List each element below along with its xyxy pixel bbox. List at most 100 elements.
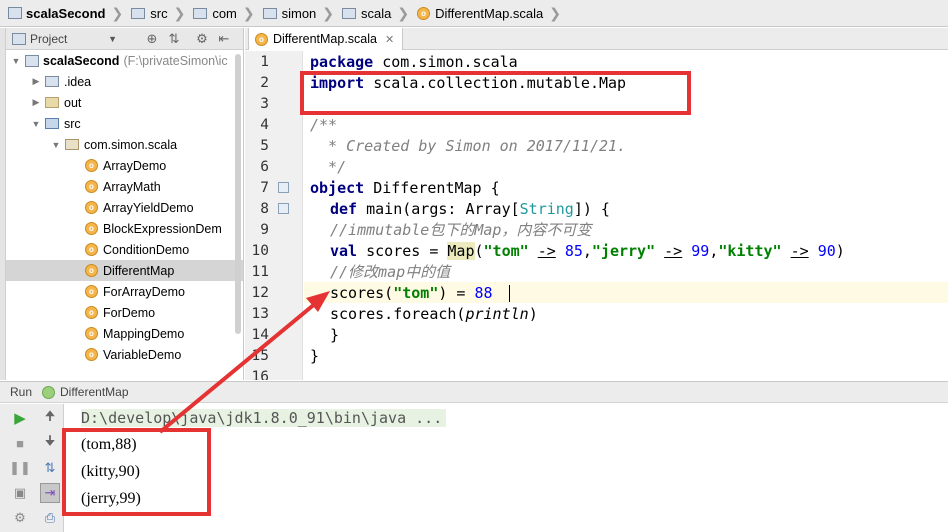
line-number: 2: [260, 75, 269, 91]
code-line-6: */: [310, 158, 347, 176]
breadcrumb-item-scala[interactable]: scala ❯: [338, 0, 413, 27]
folder-icon: [193, 7, 208, 19]
tree-item-src[interactable]: ▼ src: [6, 113, 243, 134]
tab-label: DifferentMap.scala: [273, 32, 377, 46]
up-arrow-icon[interactable]: 🠉: [40, 408, 60, 428]
code-line-15: }: [310, 347, 320, 365]
chevron-right-icon: ❯: [242, 4, 255, 21]
breadcrumb-item-src[interactable]: src ❯: [127, 0, 189, 27]
wrap-icon[interactable]: ⇅: [40, 458, 60, 478]
run-title[interactable]: Run: [10, 385, 32, 399]
close-icon[interactable]: ✕: [385, 33, 394, 46]
tree-item-path: (F:\privateSimon\ic: [123, 53, 228, 68]
tree-item-label: ForDemo: [103, 305, 156, 320]
tree-item-com-simon-scala[interactable]: ▼ com.simon.scala: [6, 134, 243, 155]
scala-object-icon: o: [255, 32, 268, 46]
stop-icon[interactable]: ■: [10, 433, 30, 453]
expand-arrow-icon[interactable]: ▼: [50, 140, 62, 150]
folder-orange-icon: [45, 97, 64, 108]
console-command: D:\develop\java\jdk1.8.0_91\bin\java ...: [81, 407, 447, 429]
line-number: 12: [251, 285, 269, 301]
tree-item-idea[interactable]: ▶ .idea: [6, 71, 243, 92]
code-line-12: scores("tom") = 88: [330, 284, 493, 302]
tree-item-scalasecond[interactable]: ▼ scalaSecond (F:\privateSimon\ic: [6, 50, 243, 71]
tree-item-fordemo[interactable]: o ForDemo: [6, 302, 243, 323]
breadcrumb: scalaSecond ❯ src ❯ com ❯ simon ❯ scala …: [0, 0, 948, 27]
scala-object-icon: o: [85, 348, 103, 361]
tree-item-label: ForArrayDemo: [103, 284, 185, 299]
camera-icon[interactable]: ▣: [10, 483, 30, 503]
pause-icon[interactable]: ❚❚: [9, 458, 31, 478]
annotation-box-output: [62, 428, 211, 516]
tree-item-conditiondemo[interactable]: o ConditionDemo: [6, 239, 243, 260]
scala-object-icon: o: [85, 285, 103, 298]
down-arrow-icon[interactable]: 🠋: [40, 433, 60, 453]
breadcrumb-item-simon[interactable]: simon ❯: [259, 0, 338, 27]
chevron-right-icon: ❯: [322, 4, 335, 21]
code-line-13: scores.foreach(println): [330, 305, 538, 323]
tree-item-blockexpressiondem[interactable]: o BlockExpressionDem: [6, 218, 243, 239]
code-line-10: val scores = Map("tom" -> 85,"jerry" -> …: [330, 242, 845, 260]
fold-marker-icon[interactable]: [278, 203, 289, 214]
tree-item-arraymath[interactable]: o ArrayMath: [6, 176, 243, 197]
collapse-arrow-icon[interactable]: ▶: [30, 97, 42, 108]
line-number: 3: [260, 96, 269, 112]
line-number: 7: [260, 180, 269, 196]
tree-item-mappingdemo[interactable]: o MappingDemo: [6, 323, 243, 344]
line-number: 8: [260, 201, 269, 217]
breadcrumb-label: simon: [281, 5, 317, 21]
breadcrumb-item-file[interactable]: o DifferentMap.scala ❯: [413, 0, 565, 27]
tree-item-arrayyielddemo[interactable]: o ArrayYieldDemo: [6, 197, 243, 218]
code-line-1: package com.simon.scala: [310, 53, 518, 71]
tree-item-variabledemo[interactable]: o VariableDemo: [6, 344, 243, 365]
code-line-4: /**: [310, 116, 338, 134]
scala-object-icon: o: [85, 243, 103, 256]
scala-object-icon: o: [85, 222, 103, 235]
scala-object-icon: o: [85, 180, 103, 193]
chevron-down-icon: ▼: [108, 33, 117, 44]
tree-item-arraydemo[interactable]: o ArrayDemo: [6, 155, 243, 176]
folder-icon: [45, 76, 64, 87]
tree-item-label: ConditionDemo: [103, 242, 190, 257]
folder-blue-icon: [45, 118, 64, 129]
project-scrollbar[interactable]: [234, 52, 242, 352]
scala-object-icon: o: [85, 264, 103, 277]
line-number: 4: [260, 117, 269, 133]
collapse-arrow-icon[interactable]: ▶: [30, 76, 42, 87]
project-icon: [25, 54, 43, 67]
fold-marker-icon[interactable]: [278, 182, 289, 193]
breadcrumb-label: com: [212, 5, 237, 21]
breadcrumb-item-com[interactable]: com ❯: [189, 0, 258, 27]
expand-arrow-icon[interactable]: ▼: [10, 56, 22, 66]
project-icon: [8, 7, 22, 19]
tab-differentmap[interactable]: o DifferentMap.scala ✕: [248, 28, 404, 50]
breadcrumb-label: src: [150, 5, 168, 21]
line-number: 6: [260, 159, 269, 175]
tree-item-label: ArrayYieldDemo: [103, 200, 194, 215]
scala-object-icon: o: [85, 327, 103, 340]
hide-icon[interactable]: ⇤: [213, 31, 235, 47]
code-line-8: def main(args: Array[String]) {: [330, 200, 610, 218]
settings-icon[interactable]: ⚙: [10, 508, 30, 528]
breadcrumb-item-project[interactable]: scalaSecond ❯: [4, 0, 127, 27]
scroll-to-end-icon[interactable]: ⇥: [40, 483, 60, 503]
folder-icon: [131, 7, 146, 19]
code-line-14: }: [330, 326, 340, 344]
collapse-icon[interactable]: ⇅: [163, 31, 185, 47]
tree-item-forarraydemo[interactable]: o ForArrayDemo: [6, 281, 243, 302]
expand-arrow-icon[interactable]: ▼: [30, 119, 42, 129]
tree-item-out[interactable]: ▶ out: [6, 92, 243, 113]
tree-item-label: VariableDemo: [103, 347, 182, 362]
gear-icon[interactable]: ⚙: [191, 31, 213, 47]
run-config-name[interactable]: DifferentMap: [60, 385, 128, 399]
tree-item-differentmap[interactable]: o DifferentMap: [6, 260, 243, 281]
crosshair-icon[interactable]: ⊕: [141, 31, 163, 47]
project-view-dropdown[interactable]: Project ▼: [12, 32, 117, 46]
code-line-7: object DifferentMap {: [310, 179, 500, 197]
line-number: 11: [251, 264, 269, 280]
rerun-icon[interactable]: ▶: [10, 408, 30, 428]
line-number: 1: [260, 54, 269, 70]
tree-item-label: MappingDemo: [103, 326, 185, 341]
code-line-5: * Created by Simon on 2017/11/21.: [310, 137, 627, 155]
print-icon[interactable]: ⎙: [40, 508, 60, 528]
